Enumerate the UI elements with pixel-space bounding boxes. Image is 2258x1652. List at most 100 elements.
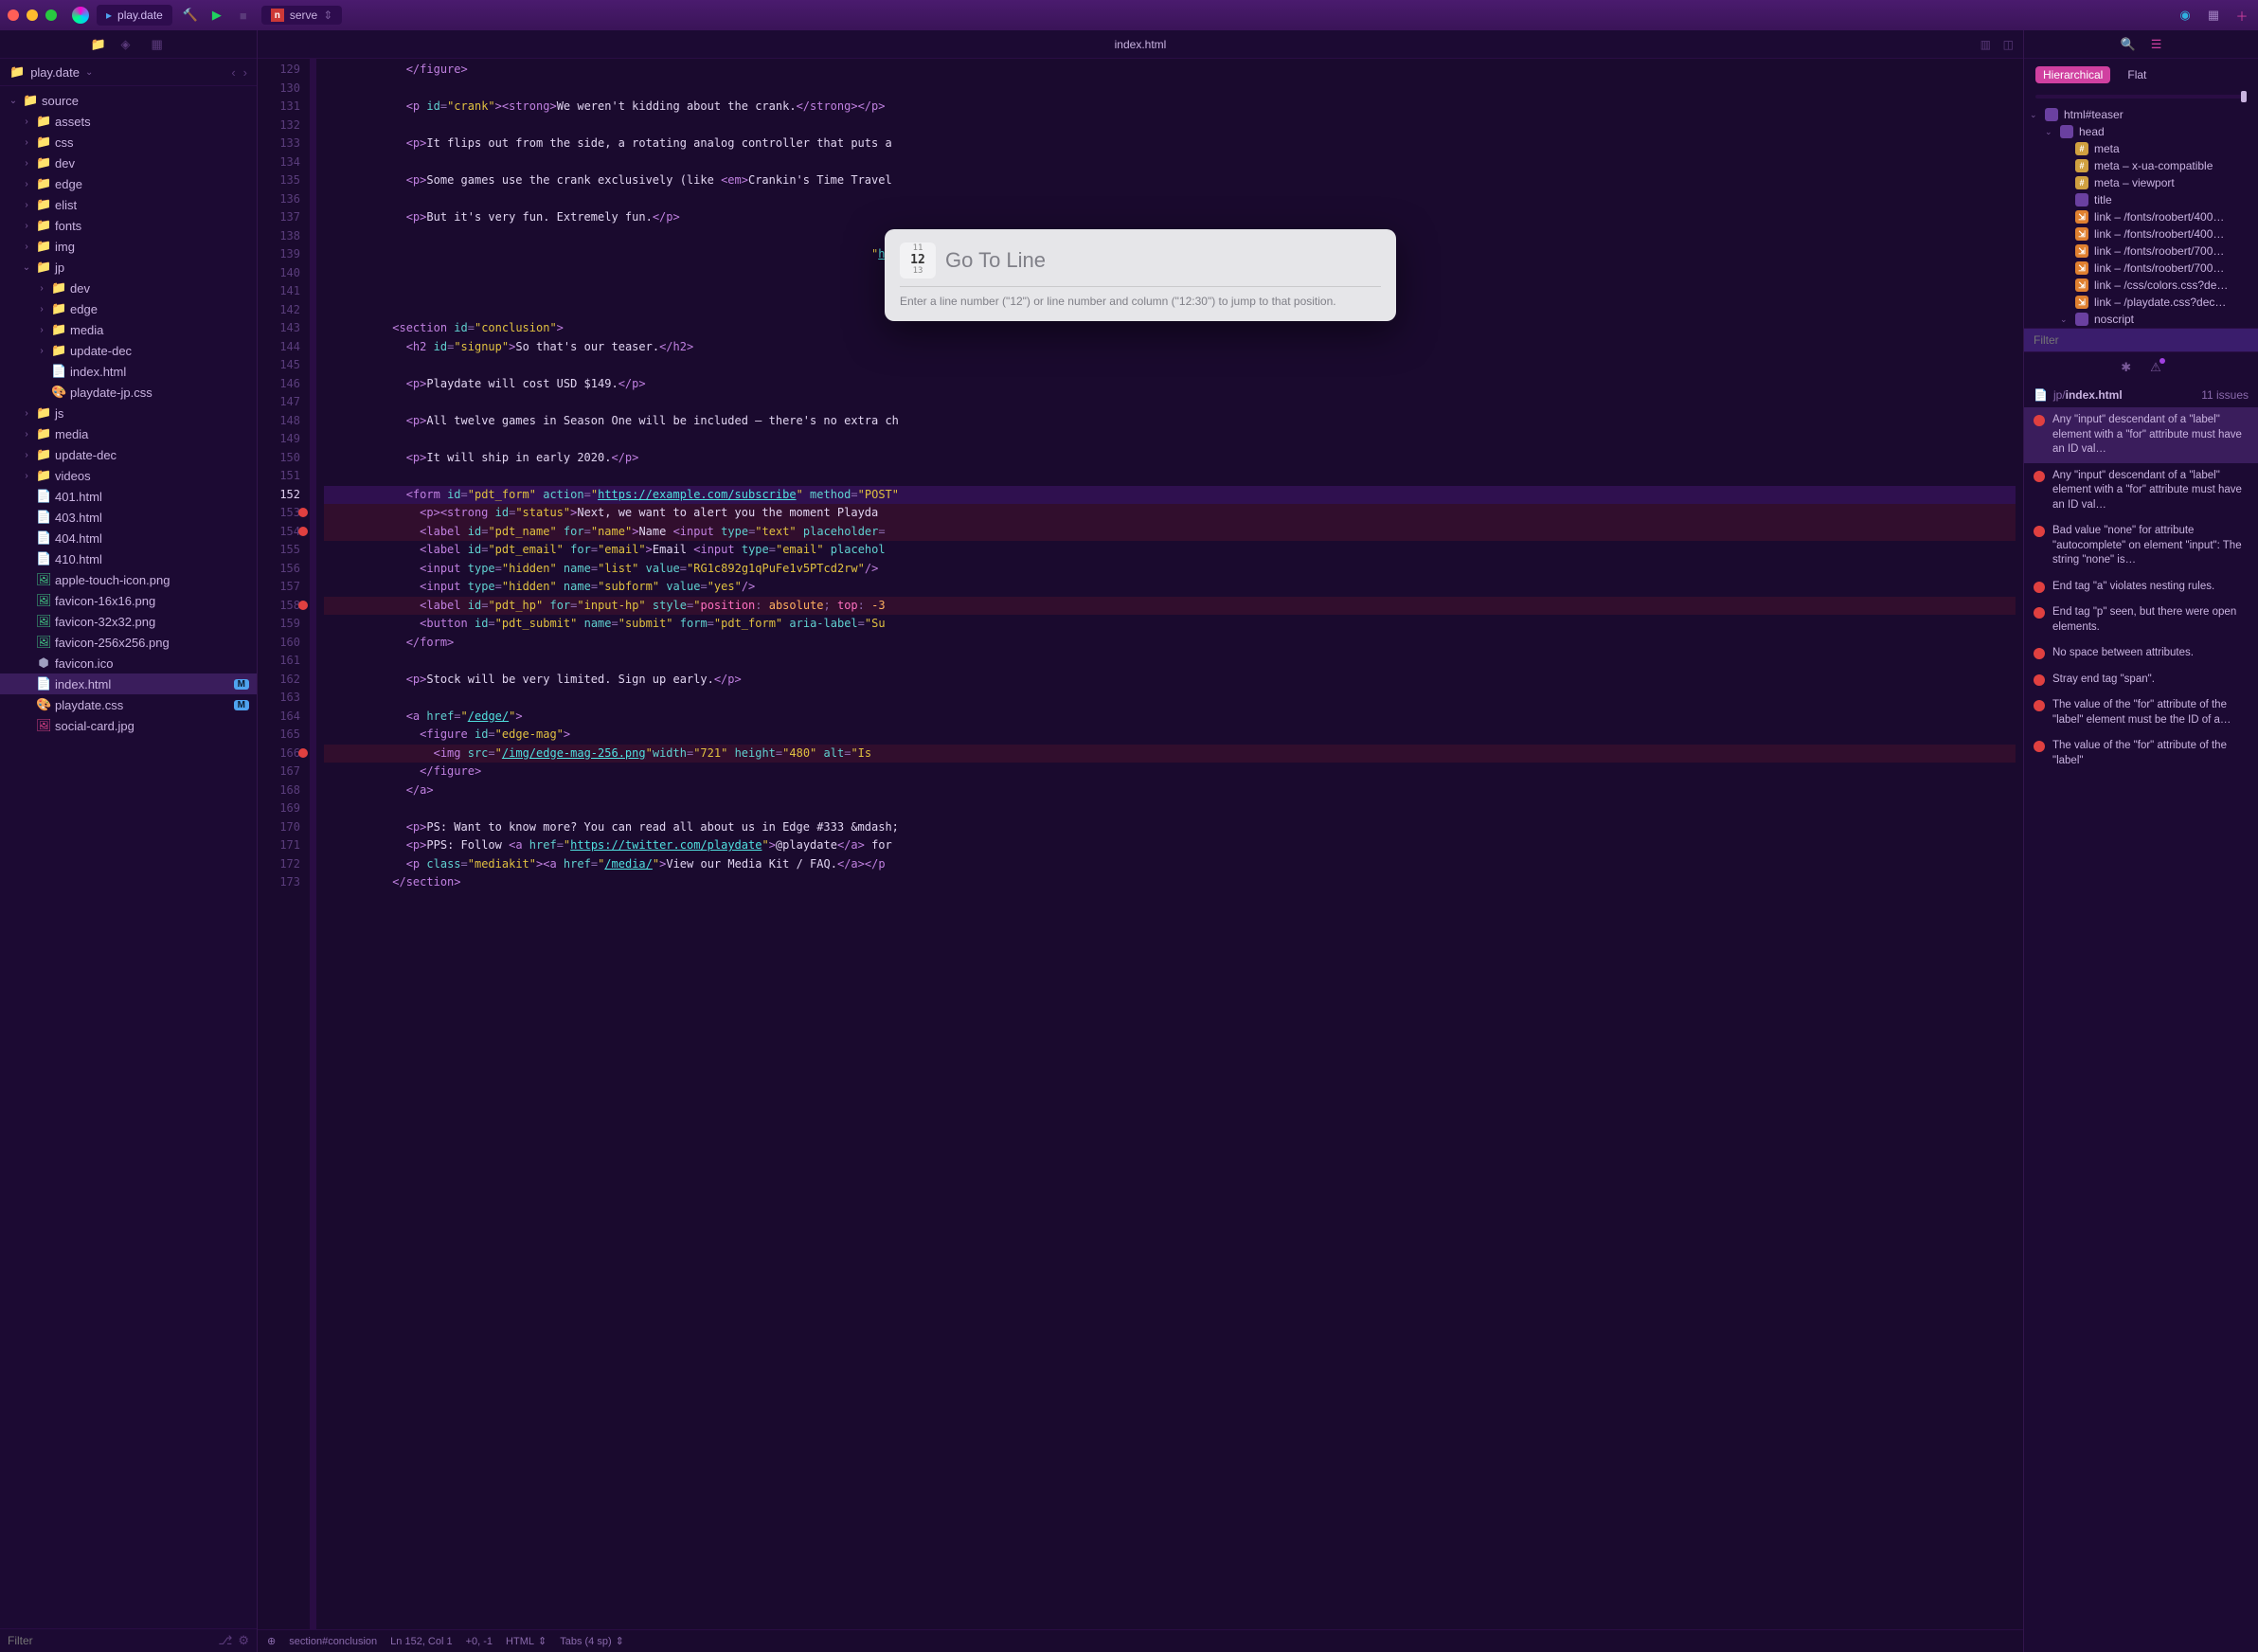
folder-item[interactable]: ›📁media — [0, 319, 257, 340]
folder-item[interactable]: ⌄📁jp — [0, 257, 257, 278]
file-item[interactable]: 📄410.html — [0, 548, 257, 569]
folder-item[interactable]: ›📁videos — [0, 465, 257, 486]
gutter: 1291301311321331341351361371381391401411… — [258, 59, 311, 1629]
issue-item[interactable]: No space between attributes. — [2024, 640, 2258, 667]
minimize-window[interactable] — [27, 9, 38, 21]
all-issues-icon[interactable]: ✱ — [2121, 360, 2131, 375]
dom-node[interactable]: ⇲link – /fonts/roobert/700… — [2024, 260, 2258, 277]
build-button[interactable]: 🔨 — [180, 5, 201, 26]
folder-item[interactable]: ›📁elist — [0, 194, 257, 215]
dom-node[interactable]: ⌄noscript — [2024, 311, 2258, 328]
files-tab-icon[interactable]: 📁 — [91, 37, 106, 52]
file-item[interactable]: 📄401.html — [0, 486, 257, 507]
file-item[interactable]: ⬢favicon.ico — [0, 653, 257, 673]
folder-item[interactable]: ›📁fonts — [0, 215, 257, 236]
file-item[interactable]: 🖼favicon-16x16.png — [0, 590, 257, 611]
issues-header: 📄 jp/index.html 11 issues — [2024, 383, 2258, 407]
folder-item[interactable]: ⌄📁source — [0, 90, 257, 111]
file-item[interactable]: 🖼favicon-32x32.png — [0, 611, 257, 632]
issue-item[interactable]: Any "input" descendant of a "label" elem… — [2024, 463, 2258, 519]
status-indent[interactable]: Tabs (4 sp) ⇕ — [560, 1635, 624, 1647]
project-header[interactable]: 📁 play.date ⌄ ‹ › — [0, 59, 257, 86]
file-item[interactable]: 🖼social-card.jpg — [0, 715, 257, 736]
dom-filter-input[interactable] — [2024, 329, 2258, 351]
layout-icon[interactable]: ▦ — [2205, 7, 2222, 24]
issue-item[interactable]: Stray end tag "span". — [2024, 667, 2258, 693]
folder-item[interactable]: ›📁dev — [0, 278, 257, 298]
depth-slider[interactable] — [2024, 91, 2258, 106]
file-item[interactable]: 📄index.htmlM — [0, 673, 257, 694]
task-label: serve — [290, 9, 317, 22]
stop-button[interactable]: ■ — [233, 5, 254, 26]
zoom-window[interactable] — [45, 9, 57, 21]
statusbar: ⊕ section#conclusion Ln 152, Col 1 +0, -… — [258, 1629, 2023, 1652]
task-selector[interactable]: n serve ⇕ — [261, 6, 342, 25]
file-item[interactable]: 🎨playdate.cssM — [0, 694, 257, 715]
folder-item[interactable]: ›📁css — [0, 132, 257, 153]
editor-body[interactable]: 1291301311321331341351361371381391401411… — [258, 59, 2023, 1629]
add-icon[interactable]: ＋ — [2233, 7, 2250, 24]
preview-icon[interactable]: ◉ — [2177, 7, 2194, 24]
scm-icon[interactable]: ⎇ — [218, 1633, 232, 1648]
issues-file: index.html — [2066, 388, 2123, 402]
project-name: play.date — [30, 65, 80, 80]
folder-item[interactable]: ›📁dev — [0, 153, 257, 173]
dom-node[interactable]: #meta – x-ua-compatible — [2024, 157, 2258, 174]
issue-item[interactable]: Any "input" descendant of a "label" elem… — [2024, 407, 2258, 463]
search-icon[interactable]: 🔍 — [2121, 37, 2136, 52]
warnings-icon[interactable]: ⚠ — [2150, 360, 2161, 375]
symbols-tab-icon[interactable]: ◈ — [121, 37, 136, 52]
folder-item[interactable]: ›📁assets — [0, 111, 257, 132]
folder-item[interactable]: ›📁js — [0, 403, 257, 423]
dom-node[interactable]: #meta — [2024, 140, 2258, 157]
dom-node[interactable]: ⌄html#teaser — [2024, 106, 2258, 123]
dom-node[interactable]: ⇲link – /css/colors.css?de… — [2024, 277, 2258, 294]
inspector-tabs: 🔍 ☰ — [2024, 30, 2258, 59]
status-breadcrumb[interactable]: section#conclusion — [289, 1636, 377, 1647]
status-language[interactable]: HTML ⇕ — [506, 1635, 547, 1647]
file-item[interactable]: 🖼apple-touch-icon.png — [0, 569, 257, 590]
dom-node[interactable]: title — [2024, 191, 2258, 208]
run-button[interactable]: ▶ — [206, 5, 227, 26]
issues-count: 11 issues — [2201, 388, 2249, 402]
folder-item[interactable]: ›📁edge — [0, 173, 257, 194]
dom-node[interactable]: ⇲link – /fonts/roobert/400… — [2024, 225, 2258, 242]
dom-node[interactable]: ⇲link – /fonts/roobert/400… — [2024, 208, 2258, 225]
nav-back-icon[interactable]: ‹ — [231, 65, 235, 80]
filter-input[interactable] — [8, 1634, 212, 1647]
structure-icon[interactable]: ☰ — [2151, 37, 2162, 52]
issue-item[interactable]: End tag "a" violates nesting rules. — [2024, 574, 2258, 601]
status-target-icon[interactable]: ⊕ — [267, 1635, 276, 1647]
grid-tab-icon[interactable]: ▦ — [152, 37, 167, 52]
file-item[interactable]: 📄404.html — [0, 528, 257, 548]
hierarchical-toggle[interactable]: Hierarchical — [2035, 66, 2110, 83]
status-position[interactable]: Ln 152, Col 1 — [390, 1636, 452, 1647]
minimap-icon[interactable]: ▥ — [1980, 38, 1991, 51]
dom-node[interactable]: ⇲link – /playdate.css?dec… — [2024, 294, 2258, 311]
project-tab[interactable]: ▸ play.date — [97, 5, 172, 26]
issue-item[interactable]: The value of the "for" attribute of the … — [2024, 692, 2258, 733]
split-editor-icon[interactable]: ◫ — [2003, 38, 2014, 51]
issue-item[interactable]: End tag "p" seen, but there were open el… — [2024, 600, 2258, 640]
dom-node[interactable]: #meta – viewport — [2024, 174, 2258, 191]
file-tree: ⌄📁source›📁assets›📁css›📁dev›📁edge›📁elist›… — [0, 86, 257, 1628]
file-item[interactable]: 📄index.html — [0, 361, 257, 382]
folder-item[interactable]: ›📁update-dec — [0, 340, 257, 361]
folder-item[interactable]: ›📁img — [0, 236, 257, 257]
file-item[interactable]: 📄403.html — [0, 507, 257, 528]
flat-toggle[interactable]: Flat — [2120, 66, 2154, 83]
status-diff[interactable]: +0, -1 — [466, 1636, 493, 1647]
nav-forward-icon[interactable]: › — [243, 65, 247, 80]
folder-item[interactable]: ›📁update-dec — [0, 444, 257, 465]
editor-filename: index.html — [1115, 38, 1167, 51]
file-item[interactable]: 🖼favicon-256x256.png — [0, 632, 257, 653]
folder-item[interactable]: ›📁edge — [0, 298, 257, 319]
issue-item[interactable]: The value of the "for" attribute of the … — [2024, 733, 2258, 774]
dom-node[interactable]: ⇲link – /fonts/roobert/700… — [2024, 242, 2258, 260]
filter-settings-icon[interactable]: ⚙ — [238, 1633, 249, 1648]
folder-item[interactable]: ›📁media — [0, 423, 257, 444]
dom-node[interactable]: ⌄head — [2024, 123, 2258, 140]
issue-item[interactable]: Bad value "none" for attribute "autocomp… — [2024, 518, 2258, 574]
close-window[interactable] — [8, 9, 19, 21]
file-item[interactable]: 🎨playdate-jp.css — [0, 382, 257, 403]
